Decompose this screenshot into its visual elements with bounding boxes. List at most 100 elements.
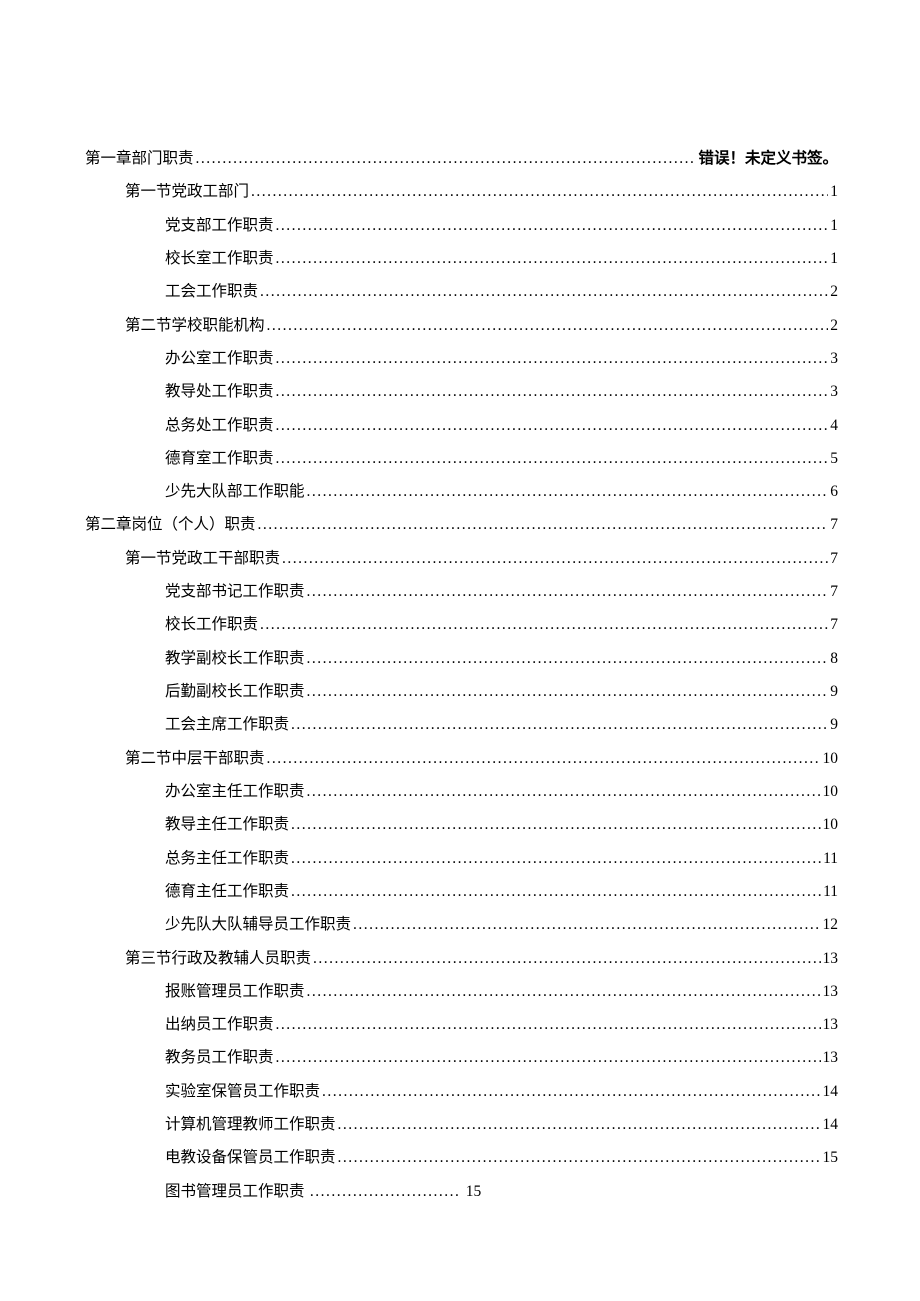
toc-label: 电教设备保管员工作职责 xyxy=(165,1141,336,1174)
toc-label: 第三节行政及教辅人员职责 xyxy=(125,942,311,975)
toc-label: 办公室工作职责 xyxy=(165,342,274,375)
toc-page-number: 6 xyxy=(830,475,838,508)
toc-leader: ........................................… xyxy=(276,409,829,442)
toc-page-number: 11 xyxy=(823,875,838,908)
toc-leader: ........................................… xyxy=(276,209,829,242)
toc-page-number: 2 xyxy=(830,275,838,308)
toc-page-number: 11 xyxy=(823,842,838,875)
toc-page-number: 1 xyxy=(830,209,838,242)
toc-label: 第一节党政工干部职责 xyxy=(125,542,280,575)
toc-label: 少先大队部工作职能 xyxy=(165,475,305,508)
toc-page-number: 15 xyxy=(466,1183,482,1200)
toc-entry: 第一章部门职责.................................… xyxy=(85,142,838,175)
toc-label: 图书管理员工作职责 xyxy=(165,1183,305,1200)
toc-page-number: 12 xyxy=(823,908,839,941)
toc-entry: 计算机管理教师工作职责.............................… xyxy=(85,1108,838,1141)
toc-label: 工会工作职责 xyxy=(165,275,258,308)
toc-short-leader: ............................ xyxy=(305,1183,466,1200)
toc-label: 党支部工作职责 xyxy=(165,209,274,242)
toc-page-number: 15 xyxy=(823,1141,839,1174)
toc-entry: 工会工作职责..................................… xyxy=(85,275,838,308)
toc-label: 第二节学校职能机构 xyxy=(125,309,265,342)
toc-page: 第一章部门职责.................................… xyxy=(0,0,920,1301)
toc-page-number: 13 xyxy=(823,942,839,975)
toc-leader: ........................................… xyxy=(267,742,821,775)
toc-label: 办公室主任工作职责 xyxy=(165,775,305,808)
toc-page-number: 错误！未定义书签。 xyxy=(698,142,838,175)
toc-entry: 第一节党政工干部职责..............................… xyxy=(85,542,838,575)
toc-label: 总务处工作职责 xyxy=(165,409,274,442)
toc-label: 实验室保管员工作职责 xyxy=(165,1075,320,1108)
toc-label: 教导主任工作职责 xyxy=(165,808,289,841)
toc-leader: ........................................… xyxy=(338,1108,821,1141)
toc-leader: ........................................… xyxy=(353,908,820,941)
toc-page-number: 13 xyxy=(823,1008,839,1041)
toc-label: 校长工作职责 xyxy=(165,608,258,641)
toc-leader: ........................................… xyxy=(260,608,828,641)
toc-page-number: 7 xyxy=(830,608,838,641)
toc-label: 教学副校长工作职责 xyxy=(165,642,305,675)
toc-entry: 实验室保管员工作职责..............................… xyxy=(85,1075,838,1108)
toc-label: 总务主任工作职责 xyxy=(165,842,289,875)
toc-leader: ........................................… xyxy=(291,875,821,908)
toc-page-number: 9 xyxy=(830,708,838,741)
toc-entry: 第二节中层干部职责...............................… xyxy=(85,742,838,775)
toc-entry: 德育室工作职责.................................… xyxy=(85,442,838,475)
toc-label: 教导处工作职责 xyxy=(165,375,274,408)
toc-label: 后勤副校长工作职责 xyxy=(165,675,305,708)
toc-page-number: 10 xyxy=(823,808,839,841)
toc-leader: ........................................… xyxy=(307,675,829,708)
toc-entry: 教务员工作职责.................................… xyxy=(85,1041,838,1074)
toc-leader: ........................................… xyxy=(276,242,829,275)
toc-entry: 第三节行政及教辅人员职责............................… xyxy=(85,942,838,975)
toc-leader: ........................................… xyxy=(258,508,829,541)
toc-leader: ........................................… xyxy=(267,309,829,342)
toc-page-number: 8 xyxy=(830,642,838,675)
toc-page-number: 1 xyxy=(830,242,838,275)
toc-leader: ........................................… xyxy=(307,575,829,608)
toc-page-number: 13 xyxy=(823,1041,839,1074)
toc-label: 德育主任工作职责 xyxy=(165,875,289,908)
toc-page-number: 3 xyxy=(830,342,838,375)
toc-leader: ........................................… xyxy=(276,375,829,408)
toc-entry: 教导处工作职责.................................… xyxy=(85,375,838,408)
toc-entry: 图书管理员工作职责 ............................ 1… xyxy=(85,1175,838,1208)
toc-entry: 总务主任工作职责................................… xyxy=(85,842,838,875)
toc-page-number: 10 xyxy=(823,742,839,775)
toc-entry: 少先队大队辅导员工作职责............................… xyxy=(85,908,838,941)
toc-label: 教务员工作职责 xyxy=(165,1041,274,1074)
toc-leader: ........................................… xyxy=(251,175,828,208)
toc-leader: ........................................… xyxy=(338,1141,821,1174)
toc-leader: ........................................… xyxy=(291,708,828,741)
toc-page-number: 4 xyxy=(830,409,838,442)
toc-leader: ........................................… xyxy=(291,808,820,841)
toc-label: 德育室工作职责 xyxy=(165,442,274,475)
toc-entry: 办公室主任工作职责...............................… xyxy=(85,775,838,808)
toc-entry: 少先大队部工作职能...............................… xyxy=(85,475,838,508)
toc-leader: ........................................… xyxy=(276,1008,821,1041)
toc-leader: ........................................… xyxy=(282,542,828,575)
toc-entry: 出纳员工作职责.................................… xyxy=(85,1008,838,1041)
toc-page-number: 2 xyxy=(830,309,838,342)
toc-page-number: 5 xyxy=(830,442,838,475)
toc-label: 党支部书记工作职责 xyxy=(165,575,305,608)
toc-page-number: 1 xyxy=(830,175,838,208)
toc-label: 第二节中层干部职责 xyxy=(125,742,265,775)
toc-entry: 第二章岗位（个人）职责.............................… xyxy=(85,508,838,541)
toc-label: 校长室工作职责 xyxy=(165,242,274,275)
toc-page-number: 7 xyxy=(830,575,838,608)
toc-leader: ........................................… xyxy=(307,642,829,675)
toc-page-number: 14 xyxy=(823,1108,839,1141)
toc-entry: 工会主席工作职责................................… xyxy=(85,708,838,741)
toc-leader: ........................................… xyxy=(260,275,828,308)
toc-entry: 德育主任工作职责................................… xyxy=(85,875,838,908)
toc-entry: 后勤副校长工作职责...............................… xyxy=(85,675,838,708)
toc-label: 工会主席工作职责 xyxy=(165,708,289,741)
toc-entry: 第一节党政工部门................................… xyxy=(85,175,838,208)
toc-leader: ........................................… xyxy=(276,442,829,475)
toc-leader: ........................................… xyxy=(276,1041,821,1074)
toc-entry: 校长工作职责..................................… xyxy=(85,608,838,641)
toc-leader: ........................................… xyxy=(307,975,821,1008)
toc-label: 第一章部门职责 xyxy=(85,142,194,175)
toc-leader: ........................................… xyxy=(196,142,697,175)
